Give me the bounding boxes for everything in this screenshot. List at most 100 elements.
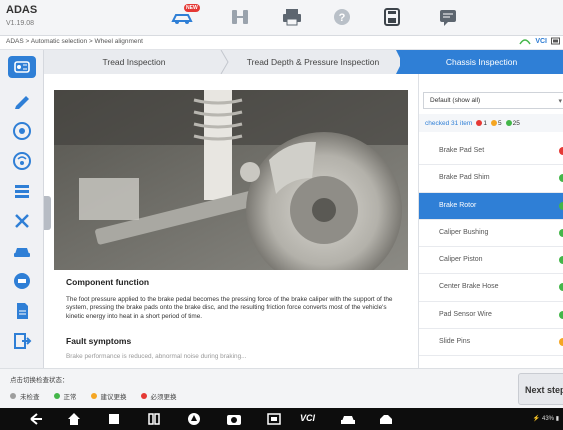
- status-dot-icon[interactable]: [559, 174, 563, 183]
- list-item-caliper-bushing[interactable]: Caliper Bushing: [419, 220, 563, 248]
- save-icon[interactable]: [380, 6, 404, 28]
- new-badge: NEW: [184, 4, 200, 12]
- status-legend: 未检查 正常 建议更换 必须更换: [10, 391, 177, 401]
- help-icon[interactable]: ?: [330, 6, 354, 28]
- recent-apps-icon[interactable]: [106, 412, 122, 426]
- tpms-icon: [13, 152, 31, 170]
- battery-icon: [551, 37, 560, 45]
- fault-symptoms-text: Brake performance is reduced, abnormal n…: [66, 353, 247, 360]
- sidebar-item-tire[interactable]: [8, 120, 36, 142]
- red-status-icon: [476, 120, 483, 126]
- split-screen-icon[interactable]: [146, 412, 162, 426]
- stat-normal: 25: [505, 120, 520, 127]
- list-item-brake-pad-set[interactable]: Brake Pad Set: [419, 138, 563, 166]
- status-dot-icon[interactable]: [559, 201, 563, 210]
- home-icon[interactable]: [66, 412, 82, 426]
- car-diagnostic-icon[interactable]: [340, 412, 356, 426]
- tools-icon: [15, 214, 29, 228]
- tire-service-icon[interactable]: [378, 412, 394, 426]
- list-item-center-brake-hose[interactable]: Center Brake Hose: [419, 274, 563, 302]
- sidebar-item-report[interactable]: [8, 180, 36, 202]
- car-update-icon[interactable]: NEW: [170, 4, 200, 28]
- sidebar-item-tools[interactable]: [8, 210, 36, 232]
- stat-replace-required: 1: [476, 120, 487, 127]
- component-function-text: The foot pressure applied to the brake p…: [66, 296, 393, 320]
- status-dot-icon[interactable]: [559, 283, 563, 292]
- status-dot-icon[interactable]: [559, 228, 563, 237]
- back-icon[interactable]: [28, 412, 44, 426]
- camera-icon[interactable]: [226, 412, 242, 426]
- chevron-down-icon: ▾: [558, 98, 562, 105]
- legend-suggest-replace: 建议更换: [90, 391, 127, 401]
- car-icon: [14, 248, 30, 257]
- wheel-alignment-icon[interactable]: [228, 6, 252, 28]
- tab-tread-depth-pressure[interactable]: Tread Depth & Pressure Inspection: [228, 50, 398, 74]
- status-dot-icon[interactable]: [559, 256, 563, 265]
- sidebar-item-adas[interactable]: [8, 56, 36, 78]
- status-dot-icon[interactable]: [559, 338, 563, 347]
- vci-label: VCI: [535, 37, 547, 45]
- legend-unchecked: 未检查: [10, 391, 40, 401]
- list-item-pad-sensor-wire[interactable]: Pad Sensor Wire: [419, 302, 563, 330]
- status-dot-icon[interactable]: [559, 147, 563, 155]
- legend-must-replace: 必须更换: [140, 391, 177, 401]
- breadcrumb: ADAS > Automatic selection > Wheel align…: [6, 38, 143, 45]
- list-item-brake-pad-shim[interactable]: Brake Pad Shim: [419, 165, 563, 193]
- component-function-title: Component function: [66, 277, 150, 287]
- fault-symptoms-title: Fault symptoms: [66, 336, 132, 346]
- system-status: ⚡ 43% ▮: [532, 416, 559, 422]
- circle-menu-icon: [14, 273, 30, 289]
- next-step-button[interactable]: Next step: [518, 373, 563, 405]
- list-item-brake-rotor[interactable]: Brake Rotor: [419, 192, 563, 220]
- vci-status: VCI: [519, 37, 561, 45]
- breadcrumb-bar: ADAS > Automatic selection > Wheel align…: [0, 36, 563, 50]
- green-status-icon: [505, 120, 512, 126]
- gray-check-icon: [10, 393, 16, 399]
- status-dot-icon[interactable]: [559, 310, 563, 319]
- print-icon[interactable]: [280, 6, 304, 28]
- inspection-item-list: Brake Pad Set Brake Pad Shim Brake Rotor…: [419, 138, 563, 357]
- sidebar: [0, 50, 44, 368]
- orange-status-icon: [490, 120, 497, 126]
- exit-icon: [14, 333, 32, 349]
- app-name: ADAS: [6, 4, 38, 16]
- status-hint: 点击切换检查状态：: [10, 377, 69, 384]
- inspection-stats: checked 31 item 1 5 25: [419, 114, 563, 132]
- list-item-caliper-piston[interactable]: Caliper Piston: [419, 247, 563, 275]
- tab-chassis-inspection[interactable]: Chassis Inspection: [400, 50, 563, 74]
- edit-icon: [15, 96, 29, 109]
- inspection-list-panel: Default (show all) ▾ checked 31 item 1 5…: [418, 74, 563, 368]
- document-icon: [17, 303, 28, 319]
- filter-select[interactable]: Default (show all) ▾: [423, 92, 563, 109]
- vci-nav-label[interactable]: VCI: [300, 413, 315, 423]
- green-check-icon: [53, 393, 60, 399]
- brake-component-photo: [54, 90, 408, 270]
- title-bar: ADAS V1.19.08 NEW ?: [0, 0, 563, 36]
- stat-replace-suggested: 5: [490, 120, 502, 127]
- svg-text:?: ?: [339, 12, 346, 24]
- browser-icon[interactable]: [186, 412, 202, 426]
- list-icon: [15, 185, 29, 198]
- sidebar-item-vehicle[interactable]: [8, 240, 36, 262]
- collapse-handle[interactable]: [44, 196, 51, 230]
- app-version: V1.19.08: [6, 20, 35, 27]
- orange-alert-icon: [90, 393, 97, 399]
- tab-bar: Tread Inspection Tread Depth & Pressure …: [44, 50, 563, 74]
- list-item-slide-pins[interactable]: Slide Pins: [419, 329, 563, 357]
- message-icon[interactable]: [436, 6, 460, 28]
- main-content: Component function The foot pressure app…: [44, 74, 418, 368]
- sidebar-item-calibration[interactable]: [8, 90, 36, 112]
- sidebar-item-document[interactable]: [8, 300, 36, 322]
- screen-record-icon[interactable]: [266, 412, 282, 426]
- footer: 点击切换检查状态： 未检查 正常 建议更换 必须更换 Next step: [0, 368, 563, 408]
- sidebar-item-data[interactable]: [8, 270, 36, 292]
- signal-icon: [519, 39, 531, 45]
- red-alert-icon: [140, 393, 147, 399]
- tire-icon: [13, 122, 31, 140]
- legend-normal: 正常: [53, 391, 77, 401]
- sidebar-item-exit[interactable]: [8, 330, 36, 352]
- system-nav-bar: VCI ⚡ 43% ▮: [0, 408, 563, 430]
- checked-count: checked 31 item: [425, 119, 473, 127]
- sidebar-item-tpms[interactable]: [8, 150, 36, 172]
- tab-tread-inspection[interactable]: Tread Inspection: [44, 50, 224, 74]
